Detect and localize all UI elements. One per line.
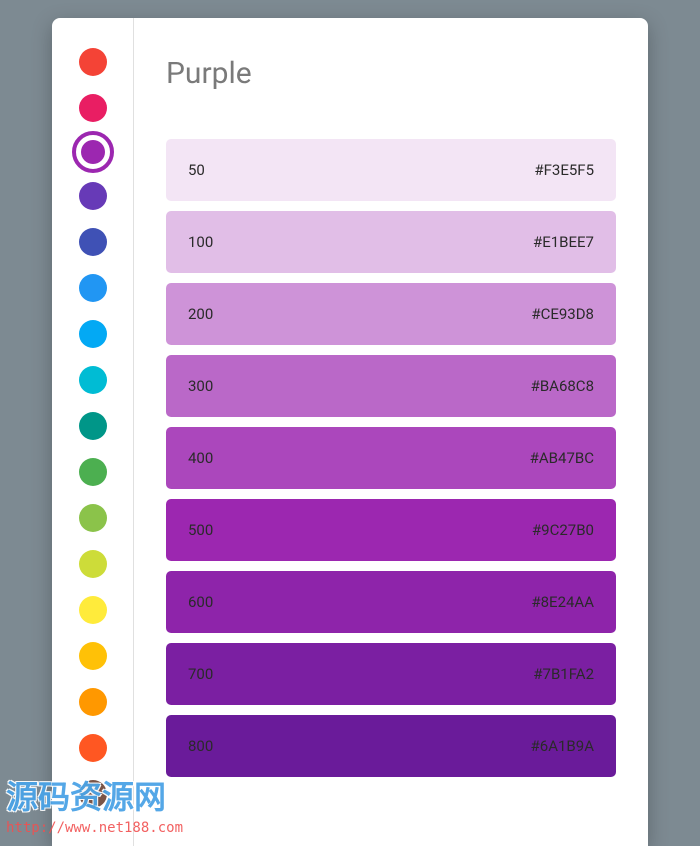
shade-hex: #CE93D8 (531, 305, 594, 323)
swatch-dot[interactable] (79, 780, 107, 808)
shade-hex: #AB47BC (530, 449, 594, 467)
shade-row[interactable]: 100 #E1BEE7 (166, 211, 616, 273)
shade-hex: #E1BEE7 (533, 233, 594, 251)
shade-row[interactable]: 200 #CE93D8 (166, 283, 616, 345)
page-title: Purple (166, 56, 616, 91)
swatch-dot[interactable] (79, 734, 107, 762)
shade-hex: #6A1B9A (531, 737, 594, 755)
shade-hex: #9C27B0 (532, 521, 594, 539)
swatch-dot[interactable] (79, 182, 107, 210)
shade-list: 50 #F3E5F5 100 #E1BEE7 200 #CE93D8 300 #BA68C8 4… (166, 139, 616, 777)
swatch-dot[interactable] (79, 228, 107, 256)
shade-hex: #BA68C8 (531, 377, 594, 395)
shade-row[interactable]: 500 #9C27B0 (166, 499, 616, 561)
swatch-dot[interactable] (79, 596, 107, 624)
palette-card: Purple 50 #F3E5F5 100 #E1BEE7 200 #CE93D8 300 #… (52, 18, 648, 846)
swatch-dot[interactable] (79, 320, 107, 348)
swatch-dot[interactable] (79, 412, 107, 440)
shade-level: 200 (188, 305, 213, 323)
swatch-dot[interactable] (79, 550, 107, 578)
shade-row[interactable]: 800 #6A1B9A (166, 715, 616, 777)
swatch-dot[interactable] (79, 366, 107, 394)
shade-row[interactable]: 600 #8E24AA (166, 571, 616, 633)
swatch-dot[interactable] (81, 140, 105, 164)
swatch-dot[interactable] (79, 48, 107, 76)
swatch-dot[interactable] (79, 94, 107, 122)
shade-level: 500 (188, 521, 213, 539)
swatch-dot[interactable] (79, 274, 107, 302)
swatch-dot[interactable] (79, 504, 107, 532)
shade-level: 600 (188, 593, 213, 611)
color-sidebar (52, 18, 134, 846)
shade-row[interactable]: 700 #7B1FA2 (166, 643, 616, 705)
shade-hex: #F3E5F5 (534, 161, 594, 179)
shade-row[interactable]: 300 #BA68C8 (166, 355, 616, 417)
swatch-dot[interactable] (79, 458, 107, 486)
shade-hex: #8E24AA (531, 593, 594, 611)
swatch-dot[interactable] (79, 688, 107, 716)
shade-level: 400 (188, 449, 213, 467)
swatch-dot[interactable] (79, 642, 107, 670)
shade-level: 700 (188, 665, 213, 683)
shade-level: 100 (188, 233, 213, 251)
content-area: Purple 50 #F3E5F5 100 #E1BEE7 200 #CE93D8 300 #… (134, 18, 648, 846)
shade-row[interactable]: 50 #F3E5F5 (166, 139, 616, 201)
shade-level: 300 (188, 377, 213, 395)
shade-level: 50 (188, 161, 205, 179)
shade-row[interactable]: 400 #AB47BC (166, 427, 616, 489)
shade-hex: #7B1FA2 (533, 665, 594, 683)
shade-level: 800 (188, 737, 213, 755)
